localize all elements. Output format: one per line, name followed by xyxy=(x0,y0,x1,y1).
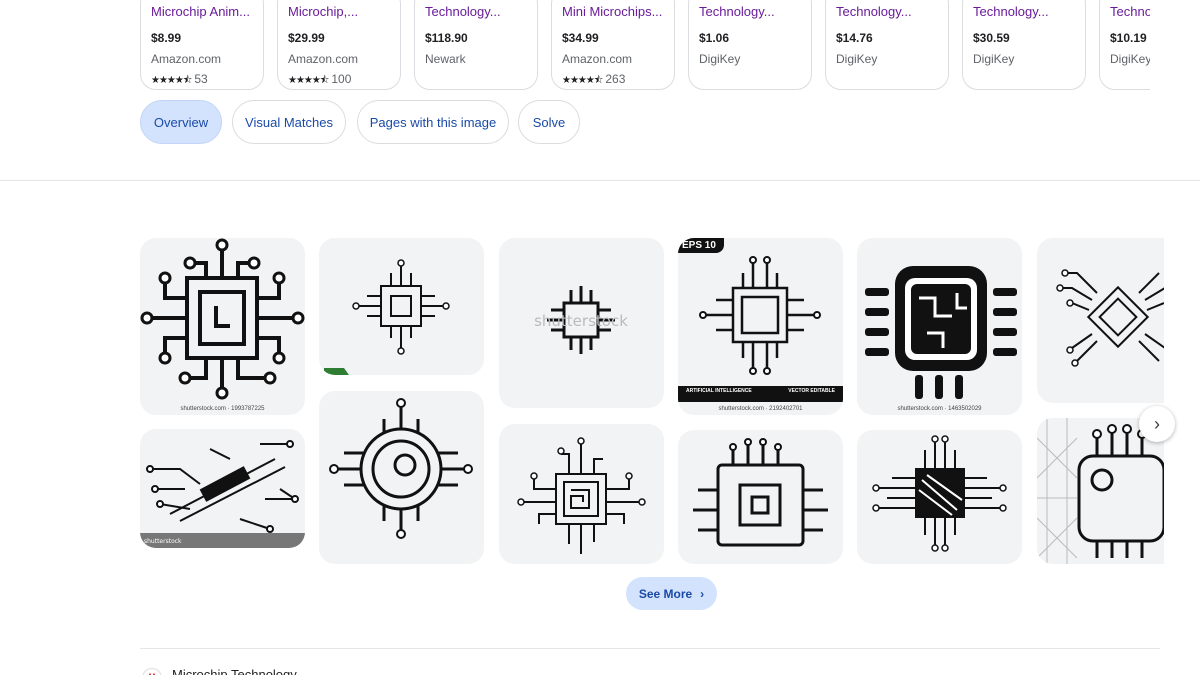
image-result[interactable] xyxy=(857,430,1022,564)
chevron-right-icon: › xyxy=(700,586,705,601)
product-title[interactable]: Microchip,... xyxy=(288,5,390,19)
svg-text:shutterstock: shutterstock xyxy=(534,312,628,330)
product-seller: Amazon.com xyxy=(151,52,222,66)
image-result[interactable]: EPS 10 ARTIFICIAL INTELLIGENCE VECTOR ED… xyxy=(678,238,843,415)
microchip-image xyxy=(324,259,450,375)
product-card[interactable]: Technology... $1.06 DigiKey xyxy=(688,0,812,90)
image-result[interactable] xyxy=(319,238,484,375)
product-card[interactable]: Microchip,... $29.99 Amazon.com ★★★★⯪ 100 xyxy=(277,0,401,90)
product-card[interactable]: Technology... $14.76 DigiKey xyxy=(825,0,949,90)
product-price: $1.06 xyxy=(699,31,730,45)
microchip-image xyxy=(865,266,1017,399)
product-card[interactable]: Microchip Anim... $8.99 Amazon.com ★★★★⯪… xyxy=(140,0,264,90)
star-rating-icon: ★★★★⯪ xyxy=(151,75,192,86)
image-result[interactable]: shutterstock xyxy=(499,238,664,408)
image-result[interactable]: shutterstock.com · 1993787225 xyxy=(140,238,305,415)
circuit-board-image: shutterstock xyxy=(140,440,305,548)
microchip-image xyxy=(517,437,646,554)
product-title[interactable]: Technology... xyxy=(425,5,527,19)
microchip-image xyxy=(1037,418,1164,564)
review-count: 53 xyxy=(194,72,208,86)
source-name[interactable]: Microchip Technology xyxy=(172,667,297,675)
microchip-image xyxy=(1056,269,1164,367)
product-price: $10.19 xyxy=(1110,31,1147,45)
watermark-text: shutterstock xyxy=(144,538,182,545)
microchip-image xyxy=(872,435,1007,552)
product-seller: Amazon.com xyxy=(562,52,633,66)
image-result[interactable] xyxy=(499,424,664,564)
product-seller: Amazon.com xyxy=(288,52,359,66)
product-seller: DigiKey xyxy=(836,52,878,66)
product-rating: ★★★★⯪ 53 xyxy=(151,72,253,90)
microchip-image: shutterstock xyxy=(534,286,628,354)
product-seller: DigiKey xyxy=(1110,52,1150,66)
image-result[interactable] xyxy=(678,430,843,564)
banner-left-text: ARTIFICIAL INTELLIGENCE xyxy=(686,388,752,394)
tab-visual-matches[interactable]: Visual Matches xyxy=(232,100,346,144)
tab-pages-with-image[interactable]: Pages with this image xyxy=(357,100,509,144)
banner-right-text: VECTOR EDITABLE xyxy=(788,388,835,394)
section-divider xyxy=(140,648,1160,649)
tab-overview[interactable]: Overview xyxy=(140,100,222,144)
product-rating: ★★★★⯪ 100 xyxy=(288,72,390,90)
see-more-button[interactable]: See More › xyxy=(626,577,717,610)
product-seller: DigiKey xyxy=(699,52,741,66)
watermark-text: shutterstock.com · 1993787225 xyxy=(180,406,265,412)
product-price: $34.99 xyxy=(562,31,599,45)
product-title[interactable]: Mini Microchips... xyxy=(562,5,664,19)
product-card[interactable]: Technology... $10.19 DigiKey xyxy=(1099,0,1150,90)
image-banner: ARTIFICIAL INTELLIGENCE VECTOR EDITABLE xyxy=(678,386,843,402)
chevron-right-icon: › xyxy=(1154,413,1160,434)
product-card[interactable]: Technology... $30.59 DigiKey xyxy=(962,0,1086,90)
microchip-image xyxy=(329,398,473,539)
product-seller: Newark xyxy=(425,52,466,66)
image-result[interactable]: shutterstock.com · 1463502029 xyxy=(857,238,1022,415)
product-title[interactable]: Technology... xyxy=(973,5,1075,19)
microchip-image xyxy=(140,238,305,400)
review-count: 100 xyxy=(331,72,352,86)
watermark-text: shutterstock.com · 1463502029 xyxy=(897,406,982,412)
product-card[interactable]: Mini Microchips... $34.99 Amazon.com ★★★… xyxy=(551,0,675,90)
product-title[interactable]: Technology... xyxy=(1110,5,1150,19)
microchip-image xyxy=(693,438,828,547)
product-price: $14.76 xyxy=(836,31,873,45)
site-logo-icon xyxy=(142,668,162,675)
product-title[interactable]: Technology... xyxy=(699,5,801,19)
product-seller: DigiKey xyxy=(973,52,1015,66)
product-card[interactable]: Technology... $118.90 Newark xyxy=(414,0,538,90)
source-row[interactable]: Microchip Technology xyxy=(142,660,297,675)
product-price: $8.99 xyxy=(151,31,182,45)
see-more-label: See More xyxy=(638,586,693,601)
visual-matches-grid: shutterstock.com · 1993787225 shuttersto… xyxy=(140,238,1164,564)
image-result[interactable] xyxy=(319,391,484,564)
image-result[interactable]: shutterstock xyxy=(140,429,305,548)
product-price: $29.99 xyxy=(288,31,325,45)
image-result[interactable] xyxy=(1037,238,1164,403)
product-price: $118.90 xyxy=(425,31,468,45)
product-title[interactable]: Technology... xyxy=(836,5,938,19)
image-result[interactable] xyxy=(1037,418,1164,564)
star-rating-icon: ★★★★⯪ xyxy=(562,75,603,86)
star-rating-icon: ★★★★⯪ xyxy=(288,75,329,86)
carousel-next-button[interactable]: › xyxy=(1139,406,1175,442)
shopping-results-row: Microchip Anim... $8.99 Amazon.com ★★★★⯪… xyxy=(140,0,1150,90)
review-count: 263 xyxy=(605,72,626,86)
section-divider xyxy=(0,180,1200,181)
tab-solve[interactable]: Solve xyxy=(518,100,580,144)
watermark-text: shutterstock.com · 2192402701 xyxy=(718,406,803,412)
product-title[interactable]: Microchip Anim... xyxy=(151,5,253,19)
format-badge: EPS 10 xyxy=(678,238,724,253)
product-rating: ★★★★⯪ 263 xyxy=(562,72,664,90)
product-price: $30.59 xyxy=(973,31,1010,45)
